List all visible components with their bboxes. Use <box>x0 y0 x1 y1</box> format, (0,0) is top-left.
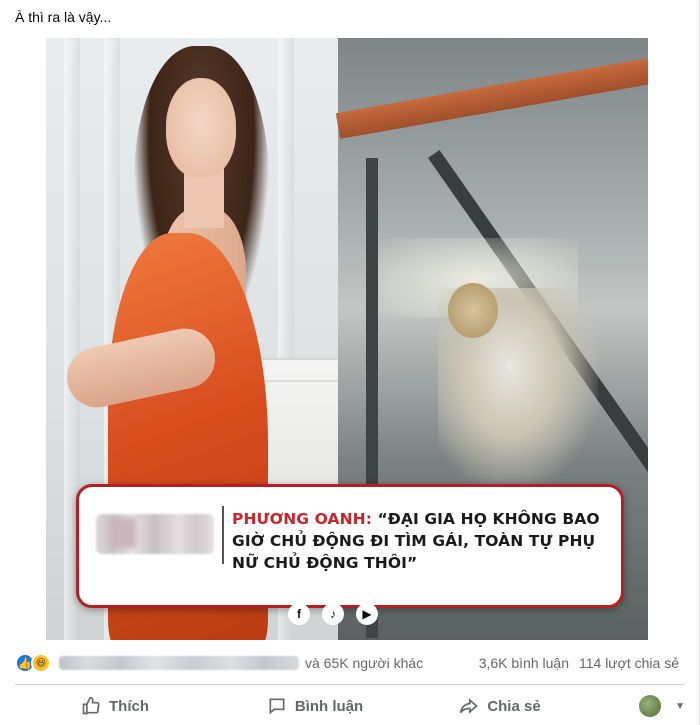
comment-label: Bình luận <box>294 697 364 715</box>
orange-beam <box>335 55 648 139</box>
facebook-icon: f <box>288 603 310 625</box>
quote-text: PHƯƠNG OANH: “ĐẠI GIA HỌ KHÔNG BAO GIỜ C… <box>232 508 617 574</box>
divider <box>15 684 685 685</box>
share-icon <box>460 698 479 714</box>
social-icons: f ♪ ▶ <box>288 603 378 625</box>
like-label: Thích <box>109 697 149 715</box>
action-bar: Thích Bình luận Chia sẻ ▼ <box>15 688 685 724</box>
share-count[interactable]: 114 lượt chia sẻ <box>579 655 679 671</box>
youtube-icon: ▶ <box>356 603 378 625</box>
comment-icon <box>269 698 285 715</box>
reaction-others-count[interactable]: và 65K người khác <box>305 655 423 671</box>
haha-reaction-icon: 😆 <box>31 653 51 673</box>
thumbs-up-icon <box>82 696 100 715</box>
post-image[interactable]: PHƯƠNG OANH: “ĐẠI GIA HỌ KHÔNG BAO GIỜ C… <box>46 38 648 640</box>
banner-divider <box>222 506 224 564</box>
quote-speaker: PHƯƠNG OANH: <box>232 510 373 528</box>
couple-head <box>448 283 498 338</box>
like-button[interactable]: Thích <box>15 689 215 723</box>
blurred-logo <box>96 514 214 554</box>
comment-button[interactable]: Bình luận <box>215 689 415 723</box>
post-caption: À thì ra là vậy... <box>15 9 112 25</box>
share-button[interactable]: Chia sẻ <box>415 689 585 723</box>
share-label: Chia sẻ <box>487 697 541 715</box>
blurred-reactor-names <box>59 656 299 670</box>
chevron-down-icon: ▼ <box>675 700 685 712</box>
facebook-post: À thì ra là vậy... PHƯƠNG OANH: “ĐẠI GIA… <box>0 0 700 725</box>
reactions-summary[interactable]: 👍 😆 và 65K người khác <box>15 653 423 673</box>
tiktok-icon: ♪ <box>322 603 344 625</box>
engagement-counts: 3,6K bình luận 114 lượt chia sẻ <box>479 655 679 671</box>
reaction-as-selector[interactable]: ▼ <box>585 689 685 723</box>
avatar <box>639 695 662 717</box>
woman-face <box>166 78 236 178</box>
comment-count[interactable]: 3,6K bình luận <box>479 655 569 671</box>
